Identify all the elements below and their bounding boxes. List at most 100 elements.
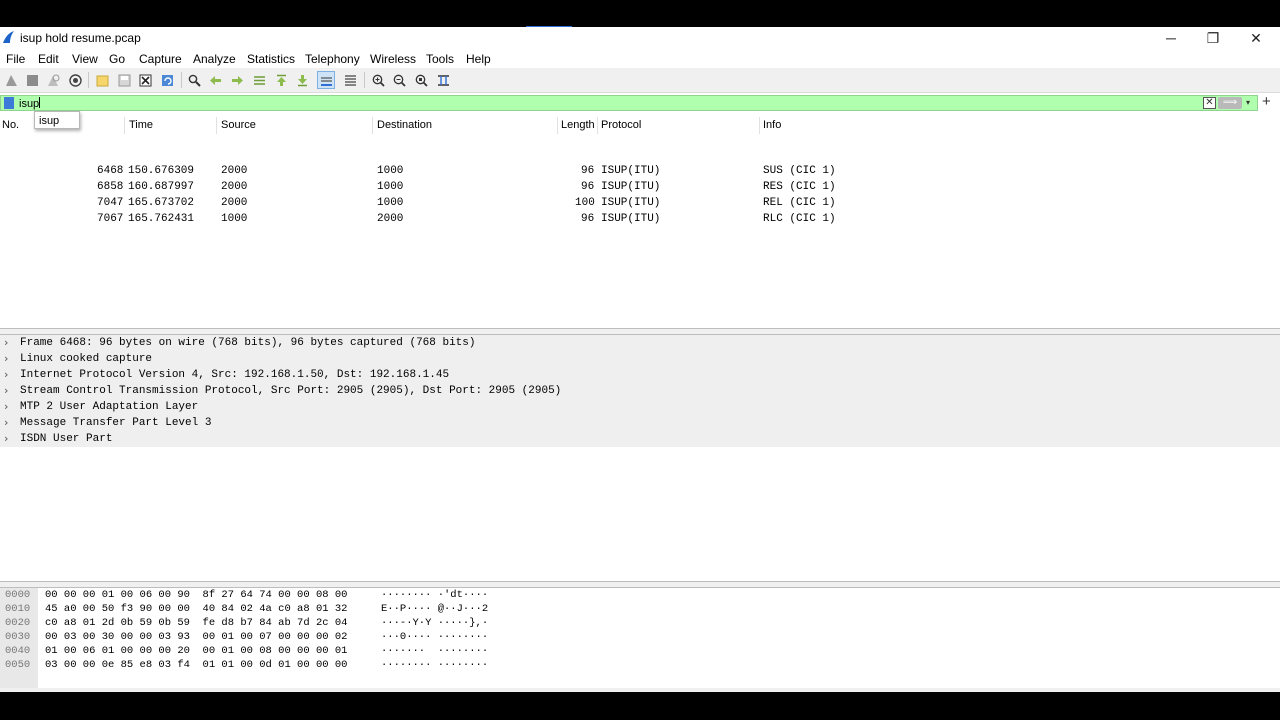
maximize-button[interactable]: ❐ — [1192, 27, 1234, 49]
go-to-packet-icon[interactable] — [252, 73, 266, 87]
packet-protocol: ISUP(ITU) — [601, 213, 661, 225]
add-filter-button-icon[interactable]: + — [1262, 93, 1271, 110]
apply-filter-icon[interactable]: ⟹ — [1218, 97, 1242, 109]
packet-no: 7047 — [97, 197, 124, 209]
packet-length: 96 — [581, 165, 595, 177]
packet-length: 96 — [581, 181, 595, 193]
resize-columns-icon[interactable] — [436, 73, 450, 87]
menu-tools[interactable]: Tools — [426, 52, 454, 66]
column-divider[interactable] — [557, 117, 558, 134]
display-filter-input[interactable]: isup ✕ ⟹ ▾ — [0, 95, 1258, 111]
packet-details[interactable]: › Frame 6468: 96 bytes on wire (768 bits)… — [0, 335, 1280, 582]
close-button[interactable]: ✕ — [1235, 27, 1277, 49]
menu-wireless[interactable]: Wireless — [370, 52, 416, 66]
open-file-icon[interactable] — [95, 73, 109, 87]
tree-item-label: Message Transfer Part Level 3 — [20, 417, 212, 429]
column-header-protocol[interactable]: Protocol — [601, 119, 641, 131]
autoscroll-icon[interactable] — [317, 71, 335, 89]
hex-row[interactable]: 0050 03 00 00 0e 85 e8 03 f4 01 01 00 0d… — [0, 658, 1280, 672]
menu-statistics[interactable]: Statistics — [247, 52, 295, 66]
column-divider[interactable] — [124, 117, 125, 134]
tree-item-label: Frame 6468: 96 bytes on wire (768 bits),… — [20, 337, 476, 349]
column-divider[interactable] — [759, 117, 760, 134]
close-file-icon[interactable] — [138, 73, 152, 87]
bookmark-icon[interactable] — [4, 97, 14, 109]
go-last-icon[interactable] — [295, 73, 309, 87]
tree-item-isup[interactable]: › ISDN User Part — [0, 431, 1280, 447]
packet-time: 165.673702 — [128, 197, 195, 209]
packet-source: 1000 — [221, 213, 248, 225]
capture-options-icon[interactable] — [68, 73, 82, 87]
window-title: isup hold resume.pcap — [20, 31, 141, 45]
packet-row[interactable]: 6858 160.687997 2000 1000 96 ISUP(ITU) R… — [0, 179, 1280, 195]
column-divider[interactable] — [372, 117, 373, 134]
packet-destination: 1000 — [377, 181, 404, 193]
tree-item-linux-cooked[interactable]: › Linux cooked capture — [0, 351, 1280, 367]
column-header-time[interactable]: Time — [129, 119, 153, 131]
column-header-source[interactable]: Source — [221, 119, 256, 131]
tree-item-frame[interactable]: › Frame 6468: 96 bytes on wire (768 bits)… — [0, 335, 1280, 351]
column-header-no[interactable]: No. — [2, 119, 19, 131]
column-divider[interactable] — [597, 117, 598, 134]
hex-ascii: ········ ········ — [381, 659, 489, 671]
hex-offset: 0030 — [5, 631, 31, 643]
menu-view[interactable]: View — [72, 52, 98, 66]
packet-bytes[interactable]: 0000 00 00 00 01 00 06 00 90 8f 27 64 74… — [0, 588, 1280, 688]
tree-item-sctp[interactable]: › Stream Control Transmission Protocol, S… — [0, 383, 1280, 399]
column-header-info[interactable]: Info — [763, 119, 781, 131]
menu-analyze[interactable]: Analyze — [193, 52, 236, 66]
display-filter-bar: isup ✕ ⟹ ▾ + — [0, 93, 1280, 112]
go-first-icon[interactable] — [274, 73, 288, 87]
zoom-out-icon[interactable] — [392, 73, 406, 87]
packet-no: 6858 — [97, 181, 124, 193]
hex-row[interactable]: 0030 00 03 00 30 00 00 03 93 00 01 00 07… — [0, 630, 1280, 644]
expand-arrow-icon[interactable]: › — [4, 352, 8, 365]
menu-help[interactable]: Help — [466, 52, 491, 66]
normal-size-icon[interactable] — [414, 73, 428, 87]
start-capture-icon[interactable] — [4, 73, 18, 87]
expand-arrow-icon[interactable]: › — [4, 432, 8, 445]
menu-edit[interactable]: Edit — [38, 52, 59, 66]
packet-source: 2000 — [221, 197, 248, 209]
go-forward-icon[interactable] — [230, 73, 244, 87]
minimize-button[interactable]: ─ — [1150, 27, 1192, 49]
menu-file[interactable]: File — [6, 52, 25, 66]
hex-bytes: 01 00 06 01 00 00 00 20 00 01 00 08 00 0… — [45, 645, 348, 657]
menu-go[interactable]: Go — [109, 52, 125, 66]
packet-row[interactable]: 6468 150.676309 2000 1000 96 ISUP(ITU) S… — [0, 163, 1280, 179]
hex-row[interactable]: 0010 45 a0 00 50 f3 90 00 00 40 84 02 4a… — [0, 602, 1280, 616]
tree-item-mtp3[interactable]: › Message Transfer Part Level 3 — [0, 415, 1280, 431]
hex-ascii: ···0···· ········ — [381, 631, 489, 643]
expand-arrow-icon[interactable]: › — [4, 368, 8, 381]
clear-filter-icon[interactable]: ✕ — [1203, 97, 1216, 109]
expand-arrow-icon[interactable]: › — [4, 384, 8, 397]
restart-capture-icon[interactable] — [46, 73, 60, 87]
packet-info: REL (CIC 1) — [763, 197, 836, 209]
column-divider[interactable] — [216, 117, 217, 134]
text-caret — [39, 97, 41, 108]
column-header-length[interactable]: Length — [561, 119, 595, 131]
expand-arrow-icon[interactable]: › — [4, 400, 8, 413]
hex-row[interactable]: 0000 00 00 00 01 00 06 00 90 8f 27 64 74… — [0, 588, 1280, 602]
expand-arrow-icon[interactable]: › — [4, 416, 8, 429]
menu-capture[interactable]: Capture — [139, 52, 182, 66]
filter-history-dropdown-icon[interactable]: ▾ — [1246, 98, 1250, 107]
colorize-icon[interactable] — [343, 73, 357, 87]
tree-item-ipv4[interactable]: › Internet Protocol Version 4, Src: 192.1… — [0, 367, 1280, 383]
tree-item-m2ua[interactable]: › MTP 2 User Adaptation Layer — [0, 399, 1280, 415]
menu-telephony[interactable]: Telephony — [305, 52, 360, 66]
go-back-icon[interactable] — [208, 73, 222, 87]
column-header-destination[interactable]: Destination — [377, 119, 432, 131]
zoom-in-icon[interactable] — [371, 73, 385, 87]
hex-row[interactable]: 0040 01 00 06 01 00 00 00 20 00 01 00 08… — [0, 644, 1280, 658]
stop-capture-icon[interactable] — [25, 73, 39, 87]
save-file-icon[interactable] — [117, 73, 131, 87]
expand-arrow-icon[interactable]: › — [4, 336, 8, 349]
packet-row[interactable]: 7067 165.762431 1000 2000 96 ISUP(ITU) R… — [0, 211, 1280, 227]
packet-row[interactable]: 7047 165.673702 2000 1000 100 ISUP(ITU) … — [0, 195, 1280, 211]
find-packet-icon[interactable] — [187, 73, 201, 87]
packet-list[interactable]: No. Time Source Destination Length Proto… — [0, 115, 1280, 329]
hex-row[interactable]: 0020 c0 a8 01 2d 0b 59 0b 59 fe d8 b7 84… — [0, 616, 1280, 630]
reload-file-icon[interactable] — [160, 73, 174, 87]
filter-autocomplete-item[interactable]: isup — [34, 111, 80, 129]
